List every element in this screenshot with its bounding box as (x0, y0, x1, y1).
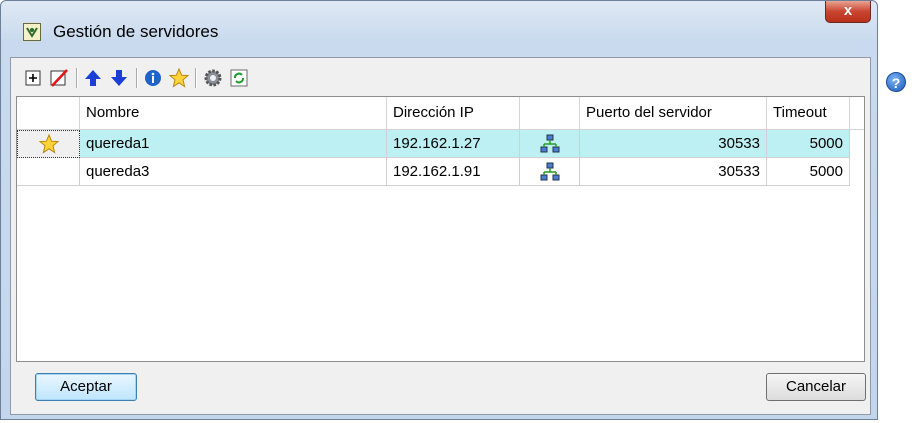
help-icon[interactable]: ? (886, 72, 906, 92)
star-icon[interactable] (167, 66, 191, 90)
table-header: Nombre Dirección IP Puerto del servidor … (17, 97, 864, 130)
network-icon[interactable] (520, 130, 580, 158)
arrow-up-icon[interactable] (81, 66, 105, 90)
column-header-port[interactable]: Puerto del servidor (580, 97, 767, 129)
accept-button[interactable]: Aceptar (35, 373, 137, 401)
cancel-button[interactable]: Cancelar (766, 373, 866, 401)
arrow-down-icon[interactable] (107, 66, 131, 90)
column-header-name[interactable]: Nombre (80, 97, 387, 129)
column-header-ip[interactable]: Dirección IP (387, 97, 520, 129)
toolbar-separator (76, 68, 78, 88)
toolbar-separator (195, 68, 197, 88)
table-row[interactable]: quereda3 192.162.1.91 30533 5000 (17, 158, 864, 186)
dialog-body: Nombre Dirección IP Puerto del servidor … (10, 57, 871, 415)
cell-ip[interactable]: 192.162.1.91 (387, 158, 520, 186)
window-title: Gestión de servidores (53, 22, 219, 41)
network-icon[interactable] (520, 158, 580, 186)
cell-name[interactable]: quereda3 (80, 158, 387, 186)
column-header-timeout[interactable]: Timeout (767, 97, 850, 129)
gear-icon[interactable] (201, 66, 225, 90)
cell-name[interactable]: quereda1 (80, 130, 387, 158)
server-table: Nombre Dirección IP Puerto del servidor … (16, 96, 865, 362)
column-header-type[interactable] (520, 97, 580, 129)
table-row[interactable]: quereda1 192.162.1.27 30533 5000 (17, 130, 864, 158)
dialog-window: Gestión de servidores x Nombre Dirección… (0, 0, 878, 420)
app-icon (23, 23, 41, 41)
cell-timeout[interactable]: 5000 (767, 158, 850, 186)
column-header-marker[interactable] (17, 97, 80, 129)
cell-port[interactable]: 30533 (580, 158, 767, 186)
default-server-star-icon[interactable] (17, 130, 80, 158)
delete-icon[interactable] (47, 66, 71, 90)
cell-timeout[interactable]: 5000 (767, 130, 850, 158)
toolbar-separator (136, 68, 138, 88)
info-icon[interactable] (141, 66, 165, 90)
close-button[interactable]: x (825, 1, 871, 23)
row-marker[interactable] (17, 158, 80, 186)
title-bar[interactable]: Gestión de servidores x (1, 1, 877, 47)
add-icon[interactable] (21, 66, 45, 90)
cell-ip[interactable]: 192.162.1.27 (387, 130, 520, 158)
cell-port[interactable]: 30533 (580, 130, 767, 158)
refresh-icon[interactable] (227, 66, 251, 90)
